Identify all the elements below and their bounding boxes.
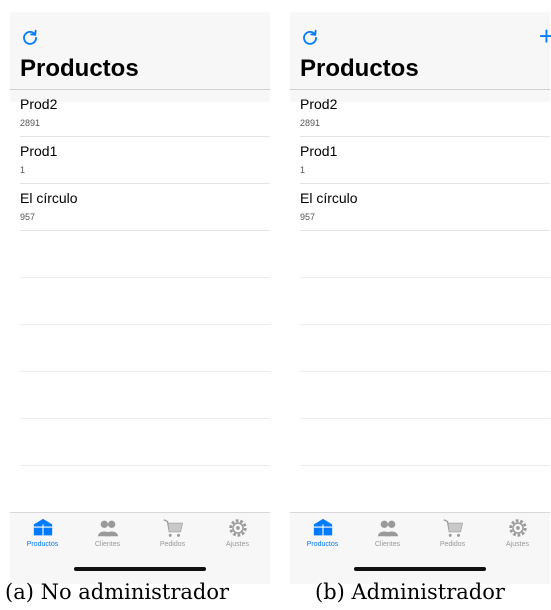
page-title: Productos <box>20 55 139 82</box>
product-name: El círculo <box>300 190 358 206</box>
tab-label: Clientes <box>374 541 401 548</box>
caption-admin: (b) Administrador <box>315 580 505 604</box>
list-item[interactable]: Prod1 1 <box>300 137 550 184</box>
list-item[interactable]: El círculo 957 <box>300 184 550 231</box>
page-title: Productos <box>300 55 419 82</box>
list-item[interactable]: Prod1 1 <box>20 137 270 184</box>
product-name: Prod2 <box>300 96 338 112</box>
caption-no-admin: (a) No administrador <box>5 580 230 604</box>
tab-label: Pedidos <box>159 541 186 548</box>
refresh-icon[interactable] <box>301 28 323 50</box>
phone-screen-no-admin: Productos Prod2 2891 Prod1 1 El círculo … <box>10 12 270 584</box>
navigation-bar: Productos <box>10 12 270 102</box>
tab-label: Clientes <box>94 541 121 548</box>
empty-row <box>20 419 270 466</box>
empty-row <box>20 325 270 372</box>
tab-label: Ajustes <box>226 541 249 548</box>
navigation-bar: + Productos <box>290 12 551 102</box>
empty-row <box>300 325 550 372</box>
tab-pedidos[interactable]: Pedidos <box>420 517 485 548</box>
product-value: 2891 <box>20 118 41 128</box>
tab-bar: Productos Clientes Pedidos Ajustes <box>10 512 270 584</box>
settings-icon <box>228 519 247 537</box>
tab-clientes[interactable]: Clientes <box>75 517 140 548</box>
home-indicator <box>74 567 206 571</box>
product-value: 957 <box>20 212 36 222</box>
tab-productos[interactable]: Productos <box>290 517 355 548</box>
add-button[interactable]: + <box>539 23 551 49</box>
empty-row <box>300 372 550 419</box>
product-list: Prod2 2891 Prod1 1 El círculo 957 <box>290 90 550 466</box>
tab-label: Productos <box>26 541 59 548</box>
product-name: El círculo <box>20 190 78 206</box>
cart-icon <box>163 519 183 537</box>
tab-productos[interactable]: Productos <box>10 517 75 548</box>
list-item[interactable]: El círculo 957 <box>20 184 270 231</box>
empty-row <box>20 278 270 325</box>
product-value: 2891 <box>300 118 321 128</box>
tab-ajustes[interactable]: Ajustes <box>485 517 550 548</box>
empty-row <box>300 278 550 325</box>
tab-clientes[interactable]: Clientes <box>355 517 420 548</box>
product-value: 1 <box>300 165 306 175</box>
empty-row <box>20 372 270 419</box>
empty-row <box>300 419 550 466</box>
clients-icon <box>97 520 118 537</box>
tab-label: Pedidos <box>439 541 466 548</box>
product-name: Prod2 <box>20 96 58 112</box>
product-value: 1 <box>20 165 26 175</box>
clients-icon <box>377 520 398 537</box>
tab-bar: Productos Clientes Pedidos Ajustes <box>290 512 550 584</box>
empty-row <box>20 231 270 278</box>
tab-ajustes[interactable]: Ajustes <box>205 517 270 548</box>
settings-icon <box>508 519 527 537</box>
product-name: Prod1 <box>300 143 338 159</box>
product-list: Prod2 2891 Prod1 1 El círculo 957 <box>10 90 270 466</box>
phone-screen-admin: + Productos Prod2 2891 Prod1 1 El círcul… <box>290 12 551 584</box>
tab-label: Ajustes <box>506 541 529 548</box>
empty-row <box>300 231 550 278</box>
home-indicator <box>354 567 486 571</box>
cart-icon <box>443 519 463 537</box>
tab-label: Productos <box>306 541 339 548</box>
product-name: Prod1 <box>20 143 58 159</box>
list-item[interactable]: Prod2 2891 <box>20 90 270 137</box>
tab-pedidos[interactable]: Pedidos <box>140 517 205 548</box>
product-value: 957 <box>300 212 316 222</box>
products-icon <box>33 518 52 536</box>
refresh-icon[interactable] <box>21 28 43 50</box>
products-icon <box>313 518 332 536</box>
list-item[interactable]: Prod2 2891 <box>300 90 550 137</box>
